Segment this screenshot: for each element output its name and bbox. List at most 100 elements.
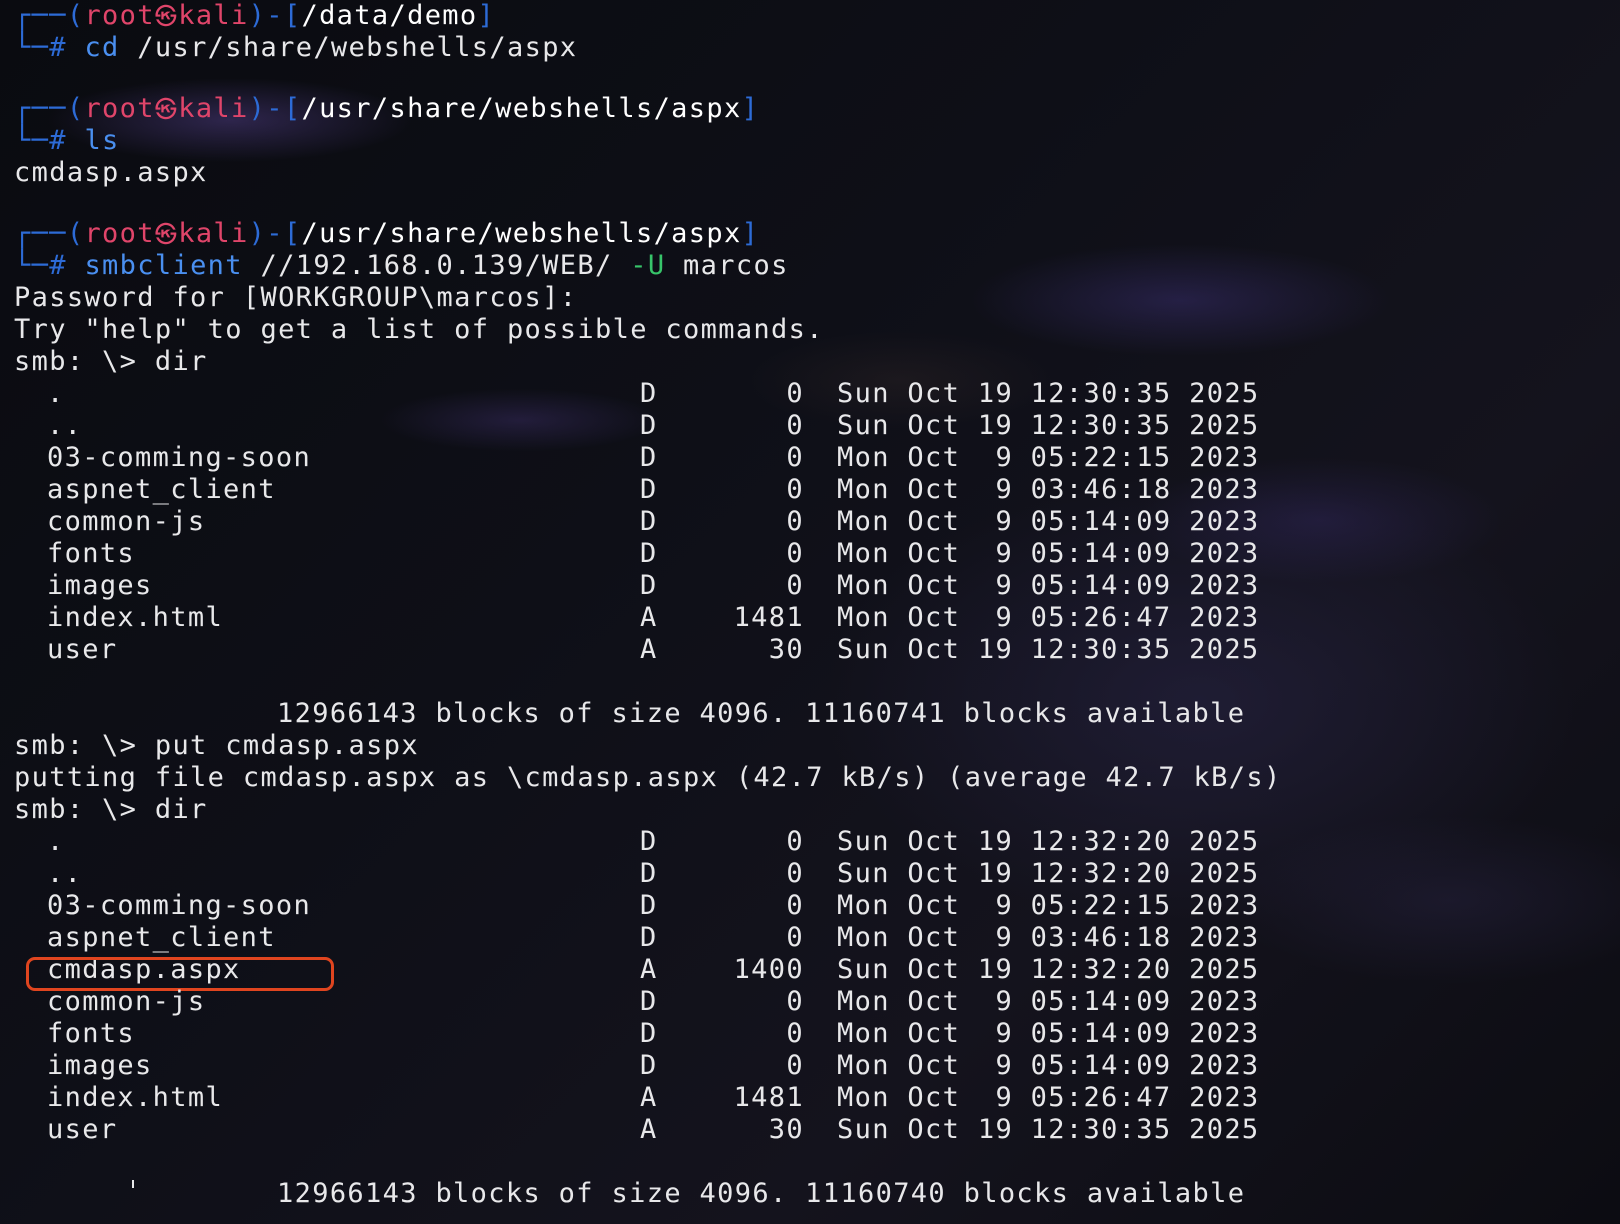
file-attr: A xyxy=(640,634,658,665)
file-attr: D xyxy=(640,378,658,409)
password-prompt: Password for [WORKGROUP\marcos]: xyxy=(14,282,578,313)
file-size: 0 xyxy=(786,442,804,473)
file-name: images xyxy=(47,570,153,601)
file-size: 0 xyxy=(786,1050,804,1081)
kali-at-icon: ㉿ xyxy=(154,5,179,30)
listing-row: 03-comming-soon D 0 Mon Oct 9 05:22:15 2023 xyxy=(14,890,1620,922)
file-date: Mon Oct 9 05:26:47 2023 xyxy=(837,1082,1260,1113)
file-name: . xyxy=(47,826,65,857)
prompt-header: ┌──(root㉿kali)-[/usr/share/webshells/asp… xyxy=(14,218,760,249)
file-date: Mon Oct 9 05:26:47 2023 xyxy=(837,602,1260,633)
file-name: user xyxy=(47,634,118,665)
file-name: aspnet_client xyxy=(47,474,276,505)
file-name: user xyxy=(47,1114,118,1145)
file-date: Sun Oct 19 12:32:20 2025 xyxy=(837,826,1260,857)
listing-row: user A 30 Sun Oct 19 12:30:35 2025 xyxy=(14,1114,1620,1146)
listing-row: .. D 0 Sun Oct 19 12:32:20 2025 xyxy=(14,858,1620,890)
file-attr: D xyxy=(640,858,658,889)
file-name: common-js xyxy=(47,506,206,537)
dir-listing: . D 0 Sun Oct 19 12:32:20 2025.. D 0 Sun Oct 1… xyxy=(14,826,1620,1146)
put-result: putting file cmdasp.aspx as \cmdasp.aspx… xyxy=(14,762,1282,793)
file-attr: A xyxy=(640,1114,658,1145)
listing-row: index.html A 1481 Mon Oct 9 05:26:47 2023 xyxy=(14,602,1620,634)
prompt-command-line: └─# cd /usr/share/webshells/aspx xyxy=(14,32,578,63)
file-size: 0 xyxy=(786,506,804,537)
file-date: Sun Oct 19 12:30:35 2025 xyxy=(837,1114,1260,1145)
file-date: Mon Oct 9 05:14:09 2023 xyxy=(837,570,1260,601)
file-date: Mon Oct 9 05:14:09 2023 xyxy=(837,986,1260,1017)
file-attr: A xyxy=(640,602,658,633)
file-date: Mon Oct 9 03:46:18 2023 xyxy=(837,474,1260,505)
file-name: index.html xyxy=(47,602,224,633)
file-name: .. xyxy=(47,410,83,441)
file-attr: D xyxy=(640,442,658,473)
file-attr: D xyxy=(640,826,658,857)
file-name: fonts xyxy=(47,538,136,569)
listing-row: index.html A 1481 Mon Oct 9 05:26:47 2023 xyxy=(14,1082,1620,1114)
file-name: 03-comming-soon xyxy=(47,442,312,473)
file-size: 1481 xyxy=(733,1082,804,1113)
listing-row: .. D 0 Sun Oct 19 12:30:35 2025 xyxy=(14,410,1620,442)
file-size: 0 xyxy=(786,986,804,1017)
file-size: 0 xyxy=(786,378,804,409)
ls-output: cmdasp.aspx xyxy=(14,157,208,188)
file-size: 0 xyxy=(786,538,804,569)
file-date: Sun Oct 19 12:30:35 2025 xyxy=(837,378,1260,409)
text-cursor xyxy=(132,1180,134,1188)
terminal-output[interactable]: ┌──(root㉿kali)-[/data/demo] └─# cd /usr/… xyxy=(14,0,1620,1210)
file-attr: D xyxy=(640,890,658,921)
file-attr: D xyxy=(640,570,658,601)
prompt-command-line: └─# ls xyxy=(14,125,120,156)
file-size: 0 xyxy=(786,858,804,889)
file-size: 30 xyxy=(768,634,804,665)
file-name: index.html xyxy=(47,1082,224,1113)
listing-row: cmdasp.aspx A 1400 Sun Oct 19 12:32:20 2025 xyxy=(14,954,1620,991)
file-name: 03-comming-soon xyxy=(47,890,312,921)
file-size: 1481 xyxy=(733,602,804,633)
file-date: Mon Oct 9 05:14:09 2023 xyxy=(837,1018,1260,1049)
file-attr: D xyxy=(640,538,658,569)
file-size: 0 xyxy=(786,1018,804,1049)
file-date: Mon Oct 9 05:22:15 2023 xyxy=(837,442,1260,473)
file-size: 0 xyxy=(786,922,804,953)
listing-row: aspnet_client D 0 Mon Oct 9 03:46:18 2023 xyxy=(14,922,1620,954)
file-attr: D xyxy=(640,986,658,1017)
file-date: Mon Oct 9 05:22:15 2023 xyxy=(837,890,1260,921)
file-size: 0 xyxy=(786,474,804,505)
listing-row: images D 0 Mon Oct 9 05:14:09 2023 xyxy=(14,1050,1620,1082)
file-size: 0 xyxy=(786,890,804,921)
listing-row: fonts D 0 Mon Oct 9 05:14:09 2023 xyxy=(14,1018,1620,1050)
file-date: Mon Oct 9 05:14:09 2023 xyxy=(837,538,1260,569)
file-date: Mon Oct 9 03:46:18 2023 xyxy=(837,922,1260,953)
file-size: 0 xyxy=(786,410,804,441)
file-attr: D xyxy=(640,410,658,441)
file-date: Sun Oct 19 12:30:35 2025 xyxy=(837,634,1260,665)
file-name: .. xyxy=(47,858,83,889)
disk-summary: 12966143 blocks of size 4096. 11160740 b… xyxy=(277,1178,1246,1209)
listing-row: aspnet_client D 0 Mon Oct 9 03:46:18 2023 xyxy=(14,474,1620,506)
file-attr: A xyxy=(640,954,658,985)
kali-at-icon: ㉿ xyxy=(154,223,179,248)
file-name: fonts xyxy=(47,1018,136,1049)
file-date: Mon Oct 9 05:14:09 2023 xyxy=(837,1050,1260,1081)
smb-prompt: smb: \> put cmdasp.aspx xyxy=(14,730,419,761)
file-attr: D xyxy=(640,922,658,953)
listing-row: images D 0 Mon Oct 9 05:14:09 2023 xyxy=(14,570,1620,602)
file-date: Sun Oct 19 12:30:35 2025 xyxy=(837,410,1260,441)
listing-row: user A 30 Sun Oct 19 12:30:35 2025 xyxy=(14,634,1620,666)
kali-at-icon: ㉿ xyxy=(154,98,179,123)
smb-prompt: smb: \> dir xyxy=(14,346,208,377)
file-name: aspnet_client xyxy=(47,922,276,953)
file-date: Sun Oct 19 12:32:20 2025 xyxy=(837,858,1260,889)
prompt-header: ┌──(root㉿kali)-[/usr/share/webshells/asp… xyxy=(14,93,760,124)
file-size: 30 xyxy=(768,1114,804,1145)
dir-listing: . D 0 Sun Oct 19 12:30:35 2025.. D 0 Sun Oct 1… xyxy=(14,378,1620,666)
help-hint: Try "help" to get a list of possible com… xyxy=(14,314,824,345)
listing-row: 03-comming-soon D 0 Mon Oct 9 05:22:15 2023 xyxy=(14,442,1620,474)
file-attr: D xyxy=(640,474,658,505)
file-size: 0 xyxy=(786,826,804,857)
file-attr: A xyxy=(640,1082,658,1113)
prompt-command-line: └─# smbclient //192.168.0.139/WEB/ -U ma… xyxy=(14,250,789,281)
file-date: Mon Oct 9 05:14:09 2023 xyxy=(837,506,1260,537)
listing-row: common-js D 0 Mon Oct 9 05:14:09 2023 xyxy=(14,986,1620,1018)
